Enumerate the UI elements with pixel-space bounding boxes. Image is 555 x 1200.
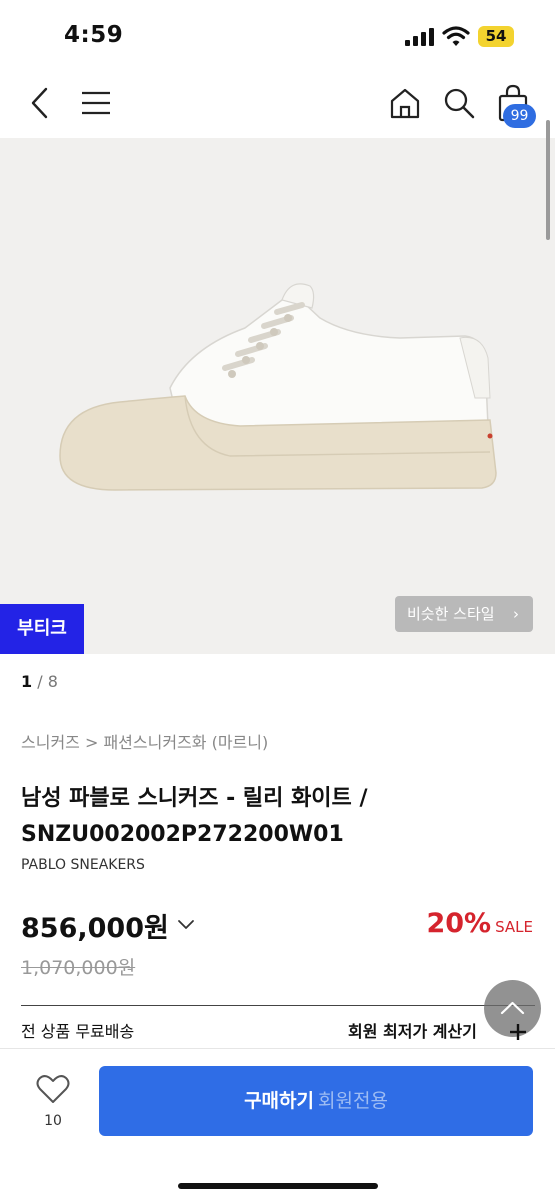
sneaker-photo bbox=[59, 283, 497, 491]
scroll-indicator bbox=[546, 120, 550, 240]
discount-badge: 20% SALE bbox=[426, 908, 533, 939]
plus-icon[interactable] bbox=[506, 1020, 530, 1044]
product-title: 남성 파블로 스니커즈 - 릴리 화이트 / SNZU002002P272200… bbox=[21, 786, 368, 847]
like-count: 10 bbox=[44, 1113, 62, 1129]
status-bar: 4:59 54 bbox=[0, 0, 555, 72]
cart-count-badge: 99 bbox=[503, 104, 536, 128]
product-image[interactable] bbox=[0, 138, 555, 654]
home-indicator bbox=[178, 1183, 378, 1189]
wifi-icon bbox=[442, 26, 470, 46]
similar-style-label: 비슷한 스타일 bbox=[407, 605, 495, 623]
page-indicator: 1 / 8 bbox=[21, 672, 58, 691]
search-icon[interactable] bbox=[442, 86, 476, 120]
product-subtitle: PABLO SNEAKERS bbox=[21, 857, 145, 873]
similar-style-button[interactable]: 비슷한 스타일 › bbox=[395, 596, 533, 632]
signal-icon bbox=[405, 28, 434, 46]
bottom-action-bar: 10 구매하기 회원전용 bbox=[0, 1048, 555, 1200]
buy-button[interactable]: 구매하기 회원전용 bbox=[99, 1066, 533, 1136]
price-current: 856,000원 bbox=[21, 913, 169, 944]
free-shipping-text: 전 상품 무료배송 bbox=[21, 1022, 135, 1041]
current-page: 1 bbox=[21, 672, 33, 691]
buy-label: 구매하기 bbox=[244, 1090, 314, 1112]
heart-icon[interactable] bbox=[36, 1073, 70, 1105]
back-icon[interactable] bbox=[26, 86, 54, 120]
chevron-right-icon: › bbox=[513, 605, 519, 623]
member-price-calculator[interactable]: 회원 최저가 계산기 bbox=[348, 1018, 477, 1042]
breadcrumb[interactable]: 스니커즈 > 패션스니커즈화 (마르니) bbox=[21, 729, 268, 753]
price-original: 1,070,000원 bbox=[21, 957, 136, 979]
sale-label: SALE bbox=[495, 918, 533, 936]
divider bbox=[21, 1005, 535, 1006]
chevron-down-icon[interactable] bbox=[177, 918, 195, 932]
discount-percent: 20% bbox=[426, 908, 492, 939]
top-navigation bbox=[0, 72, 555, 136]
battery-indicator: 54 bbox=[478, 26, 514, 47]
home-icon[interactable] bbox=[388, 86, 422, 120]
members-only-label: 회원전용 bbox=[318, 1090, 388, 1112]
total-pages: / 8 bbox=[37, 672, 58, 691]
boutique-tag: 부티크 bbox=[0, 604, 84, 654]
status-time: 4:59 bbox=[64, 22, 124, 48]
menu-icon[interactable] bbox=[80, 88, 112, 118]
